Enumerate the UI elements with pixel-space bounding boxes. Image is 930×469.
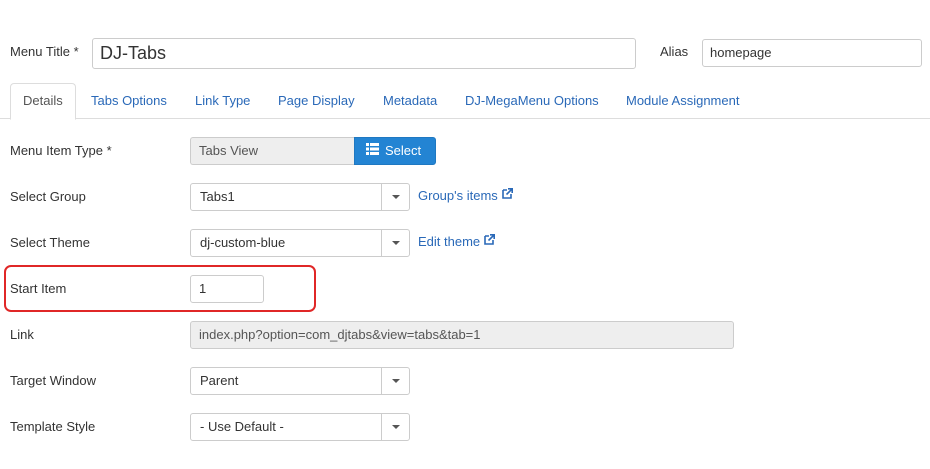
tab-link-type[interactable]: Link Type xyxy=(183,83,262,119)
menu-item-type-label: Menu Item Type * xyxy=(10,143,112,158)
select-group-dropdown[interactable]: Tabs1 xyxy=(190,183,410,211)
dropdown-arrow xyxy=(381,368,409,394)
menu-item-type-value: Tabs View xyxy=(190,137,355,165)
target-window-value: Parent xyxy=(200,373,239,388)
edit-theme-link[interactable]: Edit theme xyxy=(418,233,496,250)
tab-metadata[interactable]: Metadata xyxy=(371,83,449,119)
chevron-down-icon xyxy=(392,379,400,383)
link-label: Link xyxy=(10,327,34,342)
dropdown-arrow xyxy=(381,230,409,256)
menu-title-input[interactable]: DJ-Tabs xyxy=(92,38,636,69)
chevron-down-icon xyxy=(392,195,400,199)
tab-tabs-options[interactable]: Tabs Options xyxy=(79,83,179,119)
template-style-value: - Use Default - xyxy=(200,419,284,434)
chevron-down-icon xyxy=(392,241,400,245)
alias-label: Alias xyxy=(660,44,689,59)
select-theme-dropdown[interactable]: dj-custom-blue xyxy=(190,229,410,257)
template-style-label: Template Style xyxy=(10,419,96,434)
alias-input[interactable]: homepage xyxy=(702,39,922,67)
external-link-icon xyxy=(484,233,496,248)
start-item-label: Start Item xyxy=(10,281,67,296)
external-link-icon xyxy=(501,187,513,202)
tab-bar: Details Tabs Options Link Type Page Disp… xyxy=(0,83,930,120)
select-button-label: Select xyxy=(385,143,422,158)
dropdown-arrow xyxy=(381,184,409,210)
tab-page-display[interactable]: Page Display xyxy=(266,83,367,119)
groups-items-link[interactable]: Group's items xyxy=(418,188,513,204)
select-theme-label: Select Theme xyxy=(10,235,90,250)
chevron-down-icon xyxy=(392,425,400,429)
tab-dj-megamenu-options[interactable]: DJ-MegaMenu Options xyxy=(453,83,611,119)
groups-items-link-label: Group's items xyxy=(418,188,498,203)
tab-details[interactable]: Details xyxy=(10,83,76,120)
select-theme-value: dj-custom-blue xyxy=(200,235,286,250)
select-group-label: Select Group xyxy=(10,189,86,204)
link-value: index.php?option=com_djtabs&view=tabs&ta… xyxy=(190,321,734,349)
start-item-input[interactable]: 1 xyxy=(190,275,264,303)
menu-title-label: Menu Title * xyxy=(10,44,79,59)
list-icon xyxy=(366,138,379,164)
select-menu-type-button[interactable]: Select xyxy=(354,137,436,165)
target-window-dropdown[interactable]: Parent xyxy=(190,367,410,395)
template-style-dropdown[interactable]: - Use Default - xyxy=(190,413,410,441)
tab-module-assignment[interactable]: Module Assignment xyxy=(614,83,751,119)
select-group-value: Tabs1 xyxy=(200,189,235,204)
target-window-label: Target Window xyxy=(10,373,96,388)
dropdown-arrow xyxy=(381,414,409,440)
edit-theme-link-label: Edit theme xyxy=(418,234,481,249)
